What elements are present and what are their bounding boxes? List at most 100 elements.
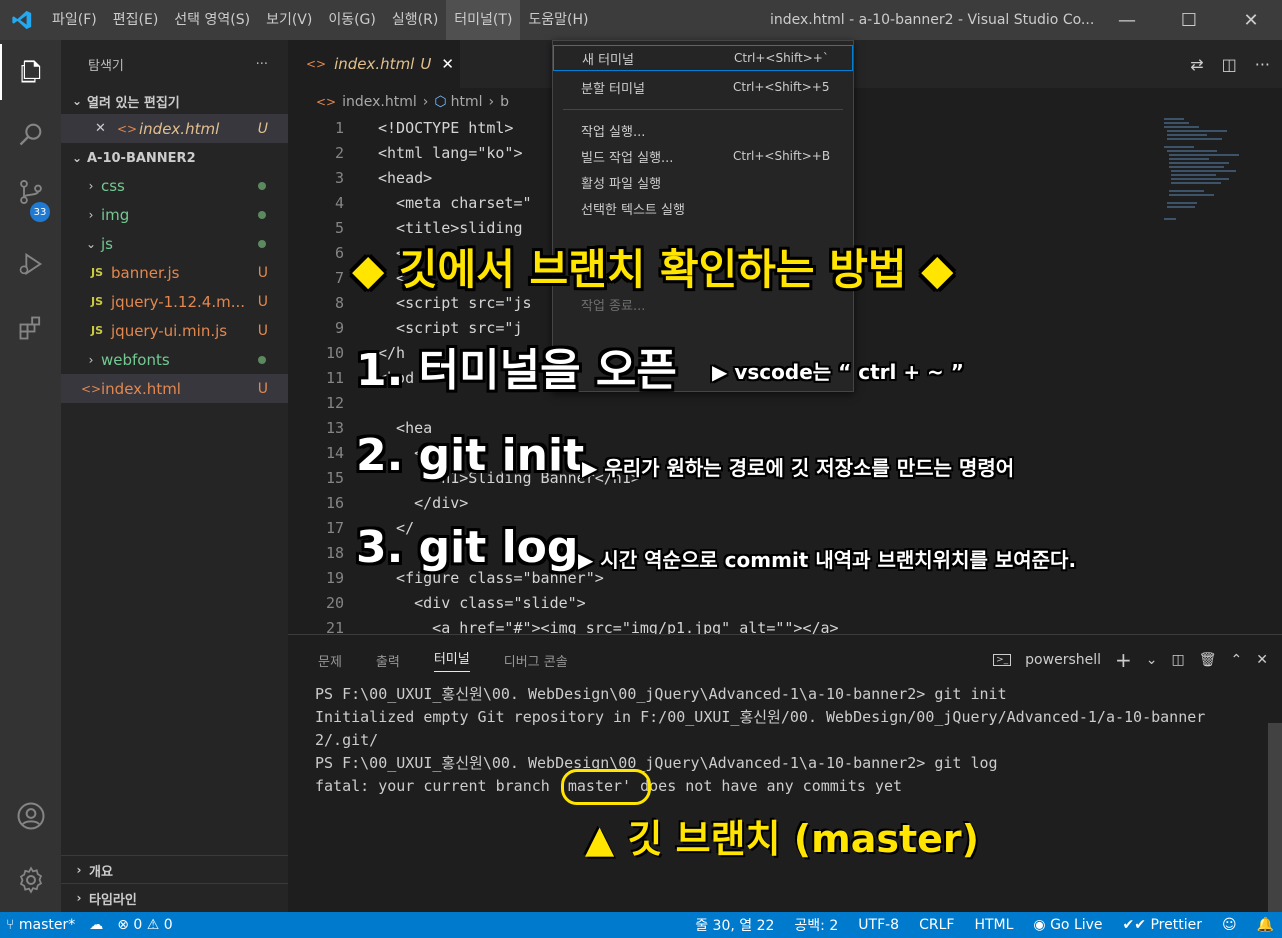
language-mode[interactable]: HTML	[974, 917, 1013, 933]
open-editor-item[interactable]: ✕ <> index.html U	[61, 114, 288, 143]
minimize-button[interactable]: —	[1096, 0, 1158, 40]
menu-view[interactable]: 보기(V)	[258, 0, 320, 40]
tree-item[interactable]: JS banner.js U	[61, 258, 288, 287]
problems-indicator[interactable]: ⊗ 0 ⚠ 0	[117, 917, 172, 933]
close-icon[interactable]: ✕	[95, 121, 117, 136]
menu-new-terminal[interactable]: 새 터미널 Ctrl+<Shift>+`	[553, 45, 853, 71]
project-section[interactable]: ⌄ A-10-BANNER2	[61, 145, 288, 171]
breadcrumb-body[interactable]: b	[500, 94, 509, 110]
menu-run-task[interactable]: 작업 실행...	[553, 117, 853, 143]
indentation[interactable]: 공백: 2	[794, 915, 838, 935]
notifications-bell-icon[interactable]: 🔔	[1257, 917, 1274, 933]
go-live-button[interactable]: ◉ Go Live	[1033, 917, 1102, 933]
shell-name[interactable]: powershell	[1025, 652, 1101, 668]
menu-go[interactable]: 이동(G)	[320, 0, 384, 40]
run-debug-icon[interactable]	[0, 236, 61, 292]
close-button[interactable]: ✕	[1220, 0, 1282, 40]
menu-edit[interactable]: 편집(E)	[105, 0, 167, 40]
menu-separator	[563, 109, 843, 110]
tree-item[interactable]: › img	[61, 200, 288, 229]
tree-item[interactable]: JS jquery-ui.min.js U	[61, 316, 288, 345]
chevron-right-icon: ›	[422, 94, 429, 110]
overlay-branch-note: ▲ 깃 브랜치 (master)	[585, 817, 980, 861]
prettier-button[interactable]: ✔✔ Prettier	[1123, 917, 1202, 933]
end-of-line[interactable]: CRLF	[919, 917, 954, 933]
tab-terminal[interactable]: 터미널	[433, 648, 470, 672]
feedback-icon[interactable]: ☺	[1222, 917, 1237, 933]
close-icon[interactable]: ✕	[1256, 652, 1268, 668]
tree-item-label: banner.js	[111, 263, 180, 282]
chevron-right-icon: ›	[488, 94, 495, 110]
tree-item[interactable]: ⌄ js	[61, 229, 288, 258]
outline-section[interactable]: › 개요	[61, 855, 288, 884]
open-editors-section[interactable]: ⌄ 열려 있는 편집기	[61, 88, 288, 114]
explorer-icon[interactable]	[0, 44, 61, 100]
maximize-button[interactable]: ☐	[1158, 0, 1220, 40]
chevron-down-icon[interactable]: ⌄	[1146, 652, 1158, 668]
compare-changes-icon[interactable]: ⇄	[1190, 55, 1203, 74]
chevron-up-icon[interactable]: ⌃	[1231, 652, 1243, 668]
tree-item[interactable]: › css	[61, 171, 288, 200]
chevron-down-icon: ⌄	[71, 151, 83, 165]
explorer-title: 탐색기	[88, 58, 124, 74]
sync-icon[interactable]: ☁	[89, 917, 103, 933]
panel-tabs: 문제 출력 터미널 디버그 콘솔	[288, 635, 568, 685]
code-text: <html lang="ko">	[378, 144, 523, 162]
extensions-icon[interactable]	[0, 300, 61, 356]
tab-problems[interactable]: 문제	[318, 651, 342, 670]
tree-item-status: U	[257, 264, 268, 281]
menu-run-active-file[interactable]: 활성 파일 실행	[553, 169, 853, 195]
code-text: </div>	[378, 494, 469, 512]
code-text: <!DOCTYPE html>	[378, 119, 514, 137]
code-line: 12	[288, 391, 344, 416]
trash-icon[interactable]: 🗑	[1199, 652, 1217, 668]
tree-item[interactable]: › webfonts	[61, 345, 288, 374]
more-actions-icon[interactable]: ···	[256, 57, 268, 72]
menu-run[interactable]: 실행(R)	[384, 0, 446, 40]
tab-debug-console[interactable]: 디버그 콘솔	[504, 651, 568, 670]
more-actions-icon[interactable]: ···	[1255, 55, 1270, 74]
line-number: 18	[325, 544, 344, 562]
menu-file[interactable]: 파일(F)	[44, 0, 105, 40]
tree-item[interactable]: <> index.html U	[61, 374, 288, 403]
menu-split-terminal[interactable]: 분할 터미널 Ctrl+<Shift>+5	[553, 74, 853, 100]
terminal-line: Initialized empty Git repository in F:/0…	[315, 708, 1206, 726]
line-number: 2	[334, 144, 344, 162]
prettier-label: Prettier	[1150, 917, 1202, 933]
timeline-section[interactable]: › 타임라인	[61, 883, 288, 912]
menu-help[interactable]: 도움말(H)	[520, 0, 596, 40]
line-number: 1	[334, 119, 344, 137]
tab-index-html[interactable]: <> index.html U ✕	[288, 40, 460, 88]
settings-gear-icon[interactable]	[0, 852, 61, 908]
tree-item[interactable]: JS jquery-1.12.4.m... U	[61, 287, 288, 316]
menu-terminal[interactable]: 터미널(T)	[446, 0, 521, 40]
encoding[interactable]: UTF-8	[858, 917, 899, 933]
add-terminal-icon[interactable]: +	[1115, 648, 1132, 672]
split-terminal-icon[interactable]: ◫	[1172, 652, 1185, 668]
cursor-position[interactable]: 줄 30, 열 22	[695, 915, 774, 935]
code-line: 3 <head>	[288, 166, 432, 191]
menu-run-selected-text[interactable]: 선택한 텍스트 실행	[553, 195, 853, 221]
code-line: 6 <	[288, 241, 405, 266]
breadcrumb-file[interactable]: index.html	[342, 94, 417, 110]
chevron-right-icon: ›	[88, 207, 94, 222]
terminal-scrollbar[interactable]	[1268, 723, 1282, 913]
menu-run-build-task[interactable]: 빌드 작업 실행... Ctrl+<Shift>+B	[553, 143, 853, 169]
explorer-header: 탐색기 ···	[61, 40, 288, 88]
code-line: 1 <!DOCTYPE html>	[288, 116, 514, 141]
account-icon[interactable]	[0, 788, 61, 844]
minimap[interactable]	[1159, 116, 1254, 236]
code-line: 10 </h	[288, 341, 405, 366]
branch-indicator[interactable]: ⑂ master*	[6, 917, 75, 933]
html-file-icon: <>	[306, 57, 327, 71]
split-editor-icon[interactable]: ◫	[1222, 55, 1237, 74]
chevron-right-icon: ›	[88, 352, 94, 367]
tab-output[interactable]: 출력	[376, 651, 400, 670]
terminal-line: 2/.git/	[315, 731, 379, 749]
html-file-icon: <>	[81, 381, 102, 396]
search-icon[interactable]	[0, 106, 61, 162]
close-icon[interactable]: ✕	[441, 55, 454, 73]
menu-item-shortcut: Ctrl+<Shift>+B	[733, 149, 831, 163]
menu-selection[interactable]: 선택 영역(S)	[166, 0, 258, 40]
breadcrumb-html[interactable]: html	[451, 94, 483, 110]
